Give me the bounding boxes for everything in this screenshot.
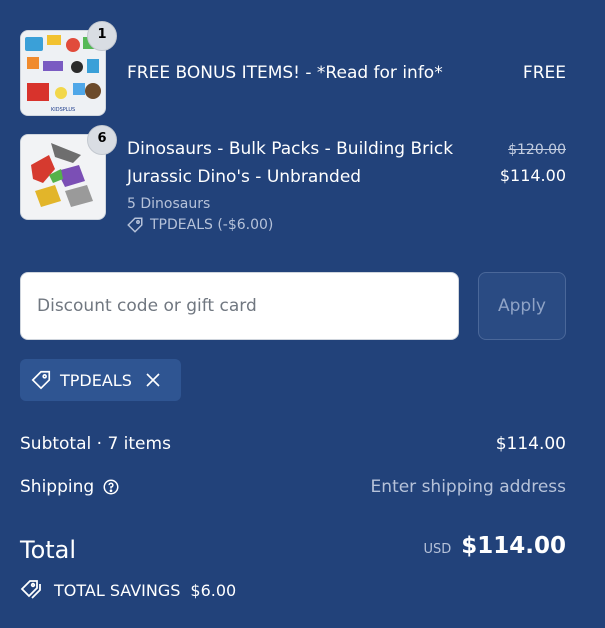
line-item-dinosaurs: 6 Dinosaurs - Bulk Packs - Building Bric…	[20, 125, 566, 244]
thumbnail-caption: KIDSPLUS	[51, 107, 75, 113]
close-icon[interactable]	[144, 371, 162, 389]
tags-icon	[20, 578, 44, 602]
discount-tag-label: TPDEALS (-$6.00)	[150, 217, 274, 233]
item-title-line-1: Dinosaurs - Bulk Packs - Building Brick	[127, 139, 454, 159]
total-value-group: USD $114.00	[423, 533, 566, 559]
total-value: $114.00	[461, 533, 566, 559]
tag-icon	[126, 216, 144, 234]
shipping-label: Shipping	[20, 477, 95, 497]
currency-label: USD	[423, 542, 452, 557]
quantity-badge: 6	[87, 125, 117, 155]
apply-button[interactable]: Apply	[478, 272, 566, 340]
product-thumbnail: 6	[20, 125, 117, 220]
item-title: FREE BONUS ITEMS! - *Read for info*	[127, 63, 443, 83]
item-title-line-2: Jurassic Dino's - Unbranded	[127, 167, 362, 187]
subtotal-label: Subtotal · 7 items	[20, 434, 171, 454]
item-variant: 5 Dinosaurs	[127, 196, 211, 212]
line-item-bonus: KIDSPLUS 1 FREE BONUS ITEMS! - *Read for…	[20, 21, 566, 116]
quantity-badge: 1	[87, 21, 117, 51]
product-thumbnail: KIDSPLUS 1	[20, 21, 117, 116]
item-price: FREE	[522, 63, 566, 83]
savings-value: $6.00	[190, 580, 237, 600]
savings-label: TOTAL SAVINGS	[54, 580, 181, 600]
item-discount: TPDEALS (-$6.00)	[126, 216, 273, 234]
tag-icon	[30, 369, 52, 391]
total-savings: TOTAL SAVINGS $6.00	[20, 578, 236, 602]
help-icon[interactable]	[102, 478, 120, 496]
subtotal-value: $114.00	[495, 434, 566, 454]
item-price: $114.00	[499, 166, 566, 185]
total-label: Total	[20, 536, 77, 564]
applied-discount-chip: TPDEALS	[20, 359, 181, 401]
applied-code-label: TPDEALS	[60, 370, 132, 390]
shipping-row-label: Shipping	[20, 475, 120, 499]
discount-code-input[interactable]: Discount code or gift card	[20, 272, 459, 340]
original-price: $120.00	[508, 142, 566, 158]
shipping-value: Enter shipping address	[370, 477, 566, 497]
